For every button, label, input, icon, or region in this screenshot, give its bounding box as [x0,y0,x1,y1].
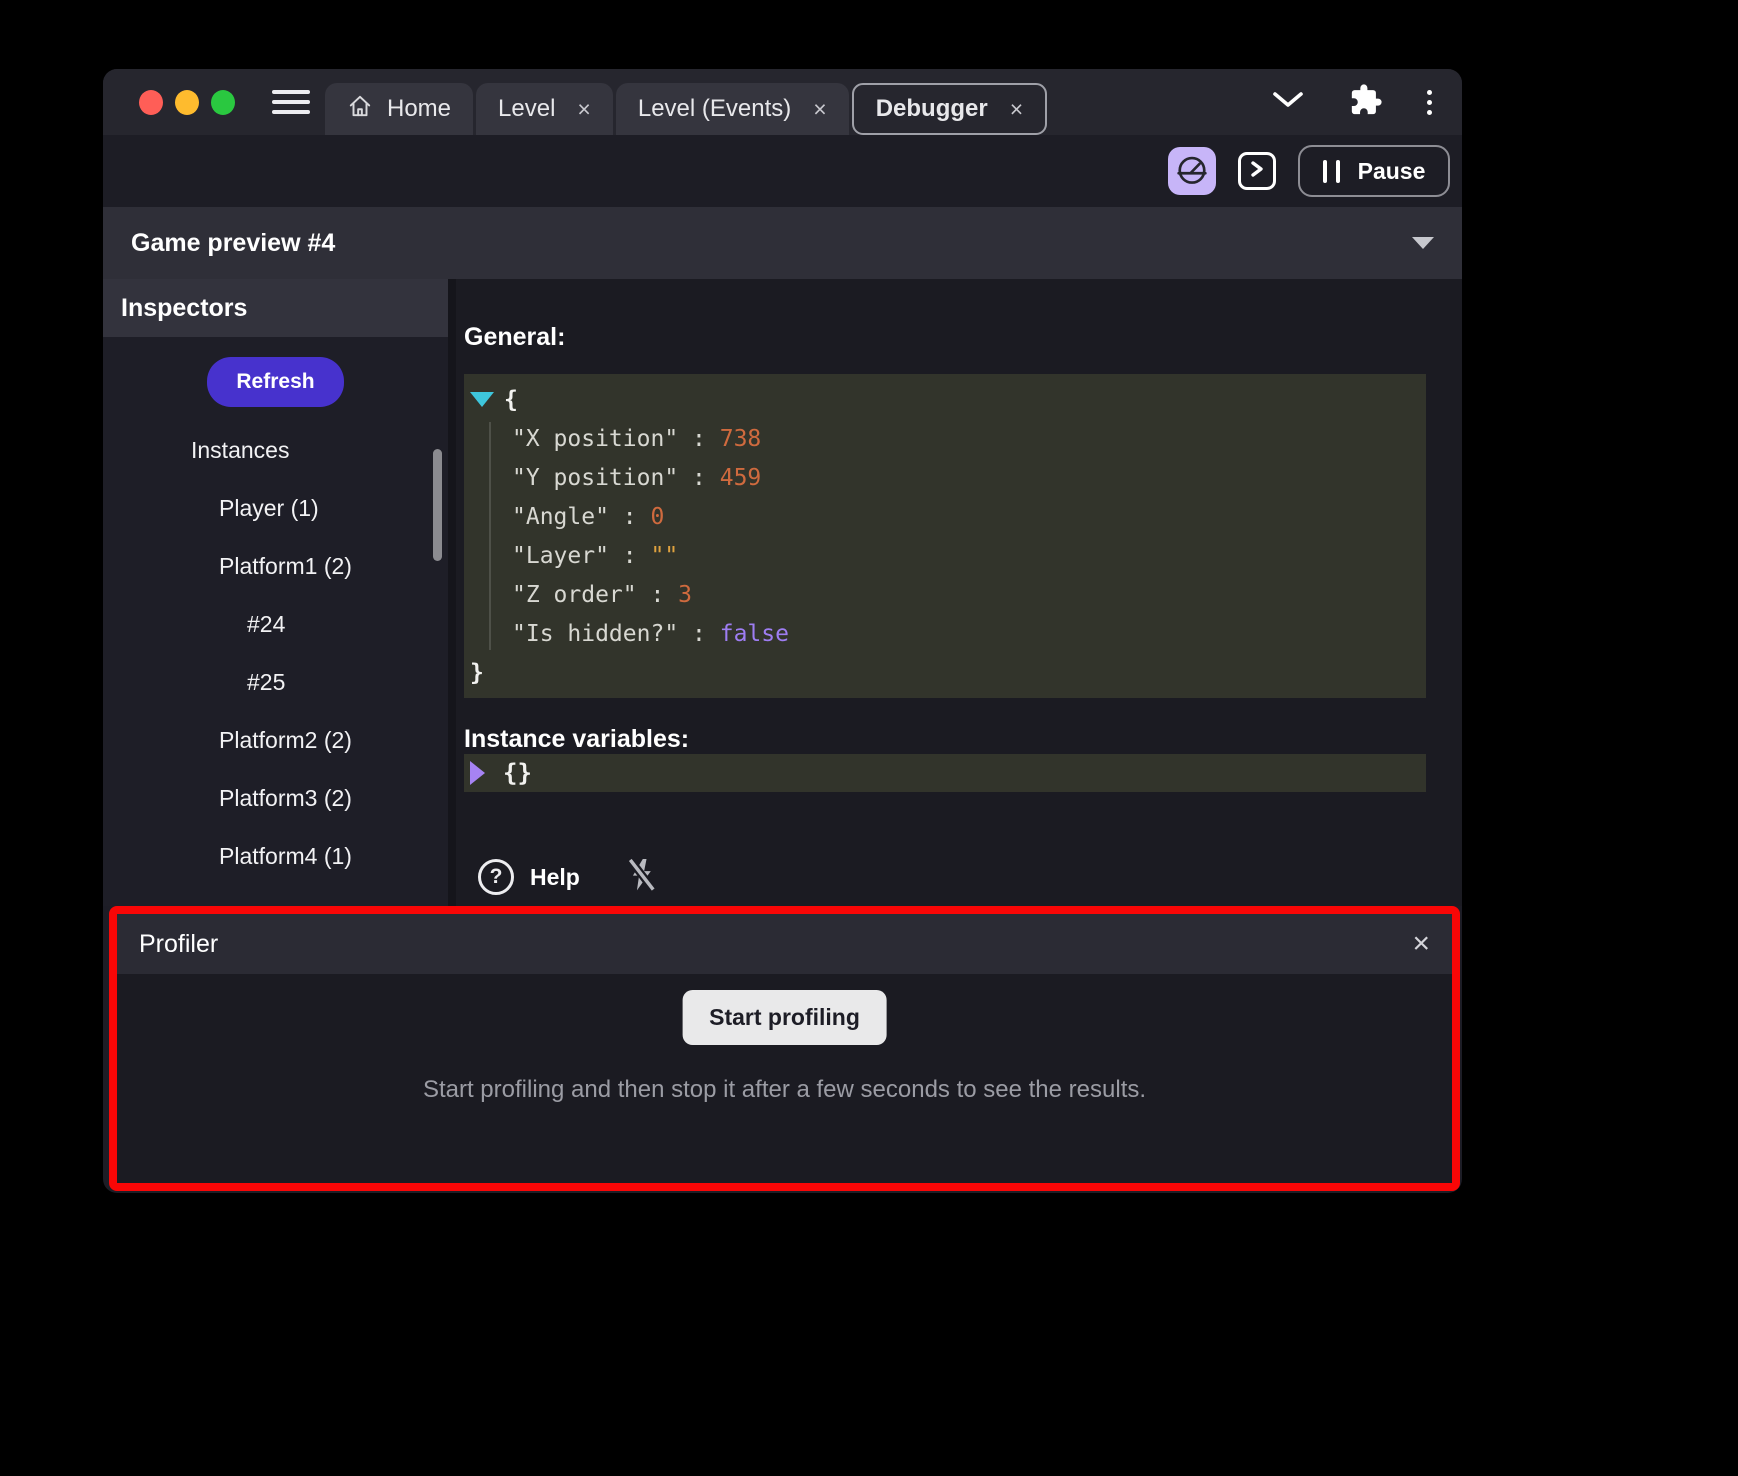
property-value: false [720,621,789,647]
refresh-button[interactable]: Refresh [207,357,343,407]
game-preview-label: Game preview #4 [131,229,335,258]
tab-home[interactable]: Home [325,83,473,135]
instance-variables-value: {} [503,759,532,787]
property-row: "Layer" : "" [464,536,1426,575]
tree-item-platform4[interactable]: Platform4 (1) [103,827,448,885]
close-icon[interactable]: × [813,98,826,121]
inspectors-sidebar: Inspectors Refresh Instances Player (1) … [103,279,448,906]
debugger-toolbar: Pause [103,135,1462,207]
pause-button[interactable]: Pause [1298,145,1450,197]
tree-item-platform1[interactable]: Platform1 (2) [103,537,448,595]
pause-icon [1323,160,1340,183]
help-label: Help [530,864,580,891]
window-zoom-button[interactable] [211,90,235,115]
general-json-viewer: { "X position" : 738 "Y position" : 459 … [464,374,1426,698]
chevron-down-icon[interactable] [1271,90,1305,115]
property-value: 0 [650,504,664,530]
extensions-puzzle-icon[interactable] [1349,83,1383,122]
traffic-lights [139,90,235,115]
general-label: General: [464,323,565,352]
tab-debugger[interactable]: Debugger × [852,83,1047,135]
instances-tree: Instances Player (1) Platform1 (2) #24 #… [103,421,448,885]
game-preview-selector[interactable]: Game preview #4 [103,207,1462,279]
close-brace: } [470,660,484,686]
tree-item-platform3[interactable]: Platform3 (2) [103,769,448,827]
gauge-icon [1176,153,1208,190]
help-button[interactable]: ? Help [478,859,580,895]
profiler-panel: Profiler × Start profiling Start profili… [109,906,1460,1191]
tree-item-25[interactable]: #25 [103,653,448,711]
tab-label: Level (Events) [638,95,791,123]
profiler-description: Start profiling and then stop it after a… [117,1076,1452,1104]
inspectors-header: Inspectors [103,279,448,337]
chevron-right-icon [1245,157,1269,186]
profiler-toggle-button[interactable] [1168,147,1216,195]
tab-bar: Home Level × Level (Events) × Debugger × [103,69,1462,135]
window-close-button[interactable] [139,90,163,115]
home-icon [347,93,373,126]
property-value: 3 [678,582,692,608]
property-value: 738 [720,426,762,452]
tab-label: Debugger [876,95,988,123]
tree-item-platform2[interactable]: Platform2 (2) [103,711,448,769]
tree-item-24[interactable]: #24 [103,595,448,653]
sidebar-scrollbar[interactable] [433,449,442,561]
close-icon[interactable]: × [1010,98,1023,121]
property-value: 459 [720,465,762,491]
property-row: "Y position" : 459 [464,458,1426,497]
main-menu-icon[interactable] [272,90,310,114]
titlebar-actions [1271,69,1432,135]
close-icon[interactable]: × [1412,929,1430,959]
close-icon[interactable]: × [577,98,590,121]
question-circle-icon: ? [478,859,514,895]
property-row: "Is hidden?" : false [464,614,1426,653]
property-value: "" [650,543,678,569]
tab-label: Home [387,95,451,123]
property-row: "Z order" : 3 [464,575,1426,614]
tab-level[interactable]: Level × [476,83,613,135]
tree-item-instances[interactable]: Instances [103,421,448,479]
start-profiling-button[interactable]: Start profiling [682,990,887,1045]
overflow-menu-icon[interactable] [1427,90,1432,115]
profiler-body: Start profiling Start profiling and then… [117,974,1452,1183]
inspector-panel: General: { "X position" : 738 "Y positio… [456,279,1462,906]
tab-level-events[interactable]: Level (Events) × [616,83,849,135]
console-button[interactable] [1238,152,1276,190]
instance-variables-label: Instance variables: [464,725,689,754]
inspector-footer: ? Help [478,855,658,899]
pause-label: Pause [1358,158,1426,185]
window-minimize-button[interactable] [175,90,199,115]
tab-label: Level [498,95,555,123]
auto-refresh-off-button[interactable] [626,856,658,899]
open-brace: { [504,387,518,413]
instance-variables-viewer: {} [464,754,1426,792]
flash-off-icon [626,856,658,899]
chevron-down-icon [1412,237,1434,249]
tab-strip: Home Level × Level (Events) × Debugger × [325,83,1050,135]
property-row: "X position" : 738 [464,419,1426,458]
expand-triangle-icon[interactable] [470,761,485,785]
profiler-header: Profiler × [117,914,1452,974]
tree-item-player[interactable]: Player (1) [103,479,448,537]
app-window: Home Level × Level (Events) × Debugger × [103,69,1462,1193]
panel-divider [448,279,456,906]
collapse-triangle-icon[interactable] [470,392,494,407]
screen: Home Level × Level (Events) × Debugger × [0,0,1738,1476]
debugger-content: Inspectors Refresh Instances Player (1) … [103,279,1462,906]
property-row: "Angle" : 0 [464,497,1426,536]
profiler-title: Profiler [139,930,218,959]
